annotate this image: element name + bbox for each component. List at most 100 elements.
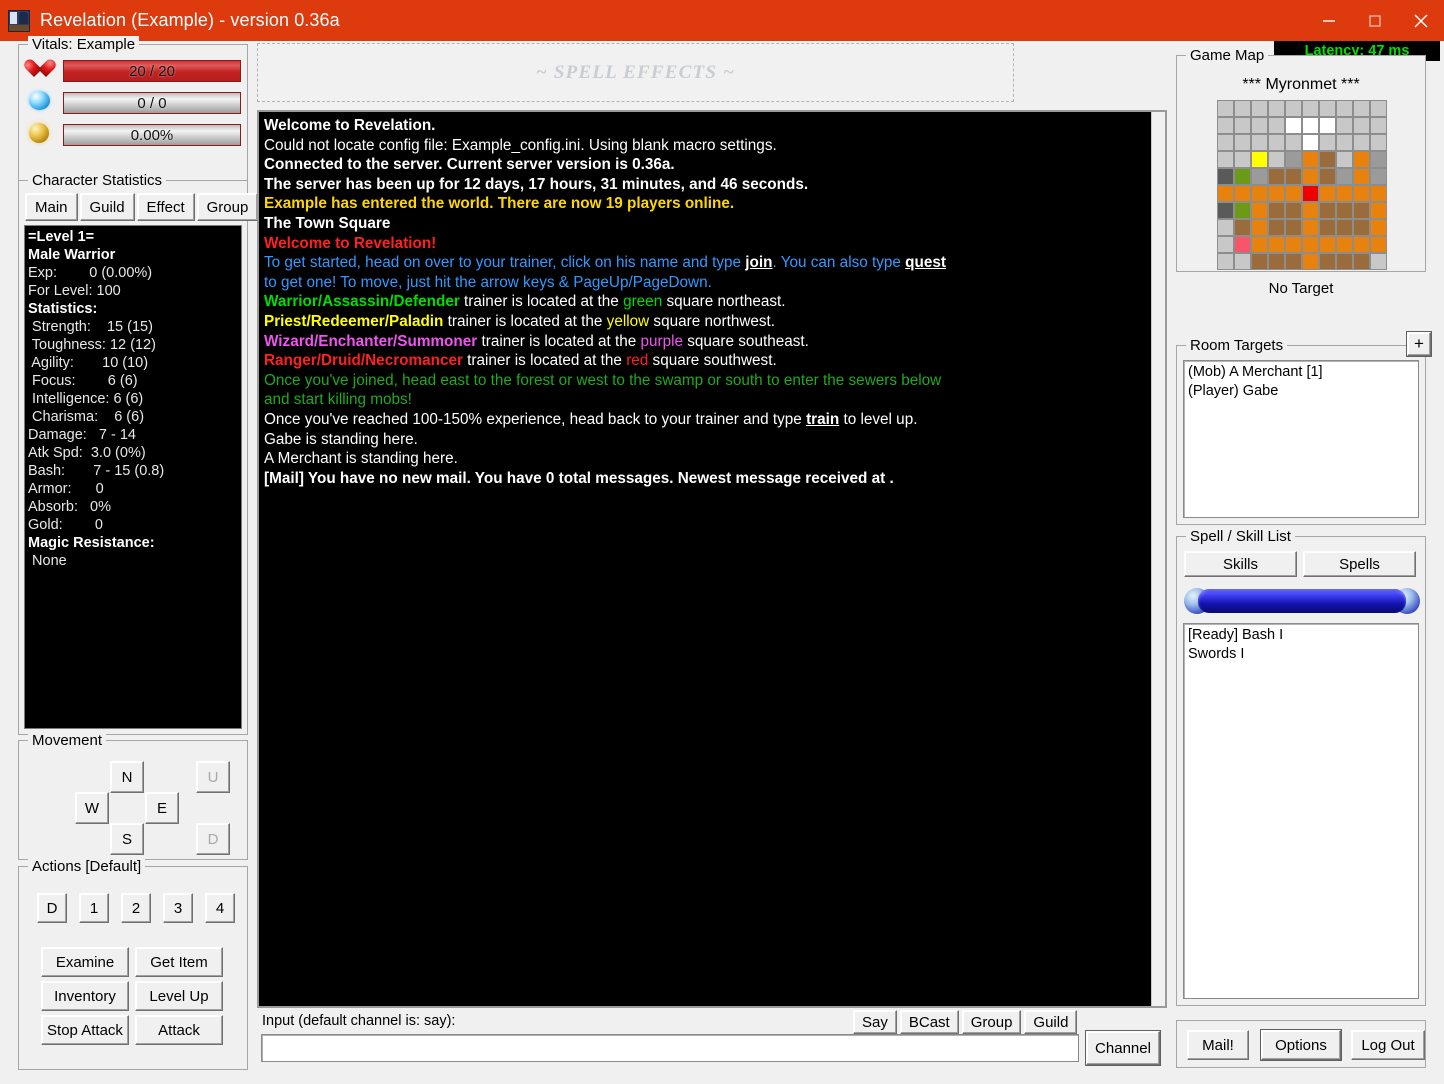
chat-command-link[interactable]: join [745,254,772,271]
map-cell-white[interactable] [1302,117,1319,134]
map-cell-light[interactable] [1370,134,1387,151]
map-cell-light[interactable] [1268,117,1285,134]
map-cell-orange[interactable] [1370,219,1387,236]
map-cell-light[interactable] [1234,151,1251,168]
map-cell-brown[interactable] [1268,168,1285,185]
map-cell-light[interactable] [1234,253,1251,270]
map-cell-light[interactable] [1217,117,1234,134]
map-cell-brown[interactable] [1285,168,1302,185]
examine-button[interactable]: Examine [41,947,129,977]
logout-button[interactable]: Log Out [1351,1030,1425,1060]
map-cell-brown[interactable] [1319,253,1336,270]
map-cell-light[interactable] [1353,100,1370,117]
map-cell-brown[interactable] [1234,219,1251,236]
map-cell-brown[interactable] [1336,219,1353,236]
map-cell-white[interactable] [1285,117,1302,134]
map-cell-light[interactable] [1251,100,1268,117]
action-default-button[interactable]: D [37,893,67,923]
channel-button[interactable]: Channel [1086,1031,1160,1065]
map-cell-green[interactable] [1234,168,1251,185]
map-cell-green[interactable] [1234,202,1251,219]
map-cell-orange[interactable] [1302,168,1319,185]
map-cell-grey[interactable] [1285,151,1302,168]
map-cell-light[interactable] [1217,219,1234,236]
map-cell-orange[interactable] [1217,185,1234,202]
bcast-button[interactable]: BCast [899,1010,959,1034]
map-cell-orange[interactable] [1302,219,1319,236]
map-cell-orange[interactable] [1336,236,1353,253]
map-cell-yellow[interactable] [1251,151,1268,168]
map-cell-light[interactable] [1319,134,1336,151]
map-cell-brown[interactable] [1319,219,1336,236]
map-cell-light[interactable] [1353,117,1370,134]
map-cell-grey[interactable] [1251,168,1268,185]
map-cell-brown[interactable] [1336,202,1353,219]
map-cell-light[interactable] [1370,100,1387,117]
room-target-item[interactable]: (Mob) A Merchant [1] [1188,363,1414,382]
map-cell-light[interactable] [1336,117,1353,134]
map-cell-light[interactable] [1234,100,1251,117]
say-button[interactable]: Say [853,1010,897,1034]
map-cell-brown[interactable] [1336,253,1353,270]
move-down-button[interactable]: D [196,823,230,855]
map-cell-light[interactable] [1268,151,1285,168]
move-up-button[interactable]: U [196,761,230,793]
map-cell-orange[interactable] [1285,185,1302,202]
map-cell-brown[interactable] [1353,219,1370,236]
map-cell-light[interactable] [1353,134,1370,151]
map-cell-orange[interactable] [1234,185,1251,202]
move-west-button[interactable]: W [75,792,109,824]
action-3-button[interactable]: 3 [163,893,193,923]
map-cell-light[interactable] [1217,253,1234,270]
room-target-item[interactable]: (Player) Gabe [1188,382,1414,401]
tab-effect[interactable]: Effect [136,193,195,221]
map-cell-orange[interactable] [1370,185,1387,202]
map-cell-orange[interactable] [1370,202,1387,219]
game-map-grid[interactable] [1217,100,1387,270]
map-cell-brown[interactable] [1268,219,1285,236]
map-cell-red[interactable] [1302,185,1319,202]
action-4-button[interactable]: 4 [205,893,235,923]
map-cell-light[interactable] [1336,151,1353,168]
action-2-button[interactable]: 2 [121,893,151,923]
spells-button[interactable]: Spells [1303,551,1416,577]
map-cell-light[interactable] [1268,100,1285,117]
map-cell-light[interactable] [1319,100,1336,117]
map-cell-orange[interactable] [1251,202,1268,219]
spell-skill-items-list[interactable]: [Ready] Bash I Swords I [1183,623,1419,999]
map-cell-light[interactable] [1234,117,1251,134]
map-cell-brown[interactable] [1251,253,1268,270]
map-cell-orange[interactable] [1268,236,1285,253]
map-cell-grey[interactable] [1370,168,1387,185]
map-cell-light[interactable] [1370,117,1387,134]
map-cell-light[interactable] [1251,117,1268,134]
map-cell-brown[interactable] [1285,219,1302,236]
map-cell-brown[interactable] [1285,253,1302,270]
map-cell-light[interactable] [1336,100,1353,117]
inventory-button[interactable]: Inventory [41,981,129,1011]
map-cell-light[interactable] [1217,100,1234,117]
stop-attack-button[interactable]: Stop Attack [41,1015,129,1045]
map-cell-white[interactable] [1302,134,1319,151]
map-cell-orange[interactable] [1302,151,1319,168]
minimize-icon[interactable] [1306,0,1352,41]
map-cell-brown[interactable] [1319,151,1336,168]
tab-main[interactable]: Main [25,193,78,221]
map-cell-light[interactable] [1336,134,1353,151]
map-cell-orange[interactable] [1251,219,1268,236]
map-cell-orange[interactable] [1353,168,1370,185]
map-cell-darkgrey[interactable] [1217,202,1234,219]
map-cell-light[interactable] [1234,134,1251,151]
chat-command-link[interactable]: quest [905,254,946,271]
map-cell-darkgrey[interactable] [1217,168,1234,185]
map-cell-brown[interactable] [1319,168,1336,185]
map-cell-orange[interactable] [1251,185,1268,202]
map-cell-orange[interactable] [1268,185,1285,202]
group-button[interactable]: Group [961,1010,1022,1034]
map-cell-light[interactable] [1217,236,1234,253]
map-cell-orange[interactable] [1302,236,1319,253]
map-cell-brown[interactable] [1268,253,1285,270]
map-cell-orange[interactable] [1251,236,1268,253]
map-cell-brown[interactable] [1319,202,1336,219]
map-cell-orange[interactable] [1353,151,1370,168]
